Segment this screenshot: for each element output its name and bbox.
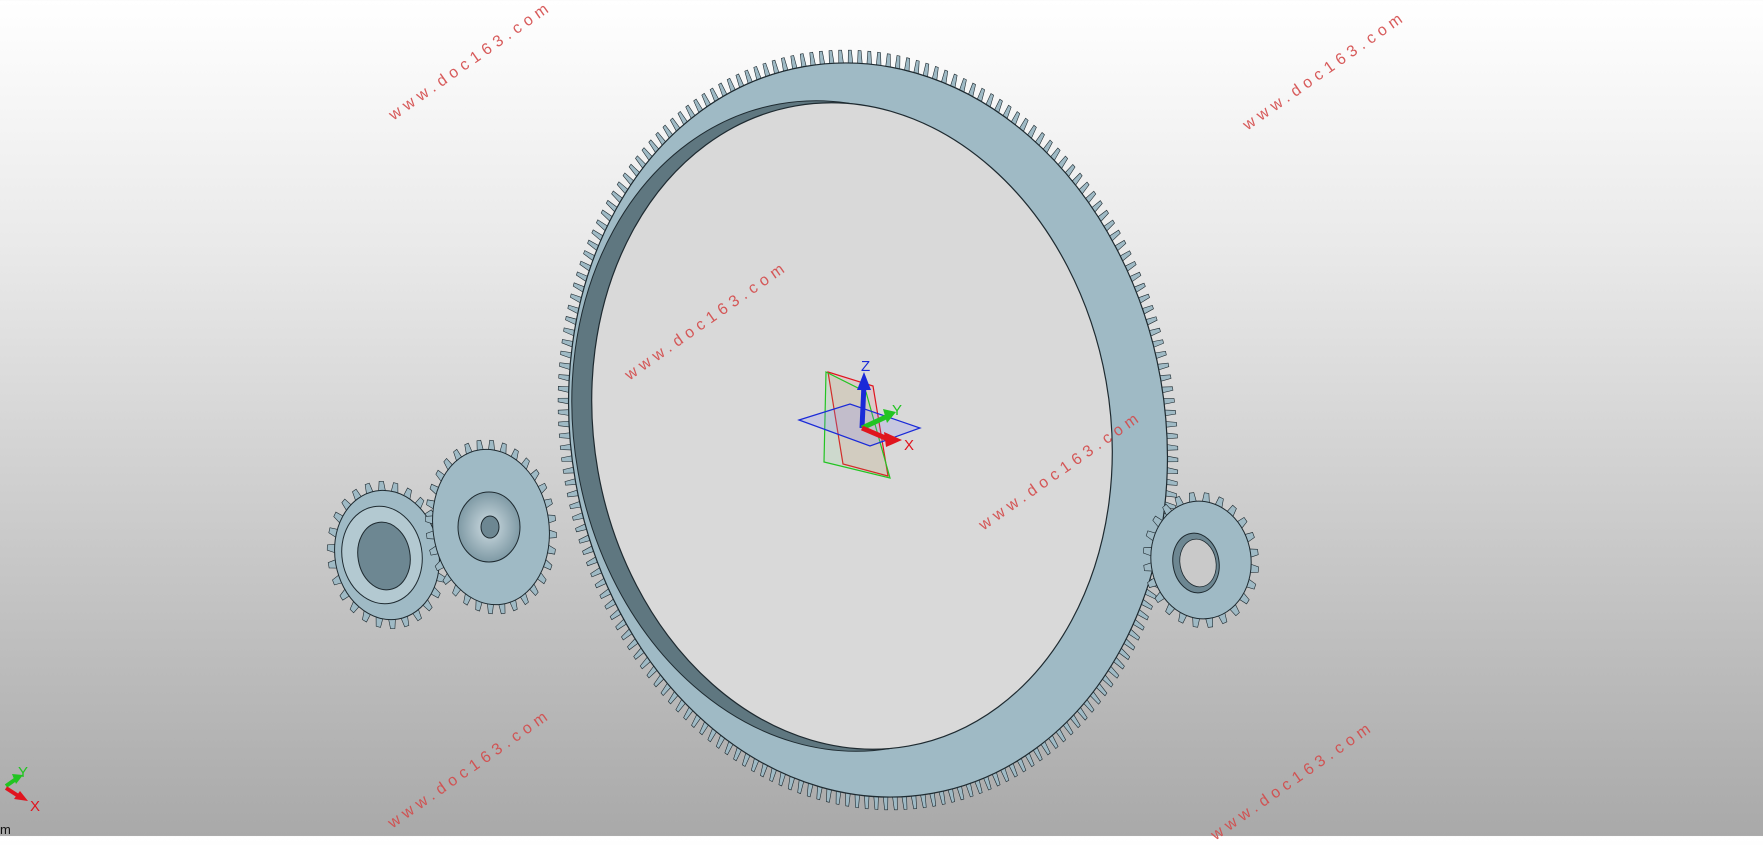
corner-x-label: X [30, 798, 40, 815]
x-axis-label: X [904, 437, 914, 454]
pinion-gear-left-medium-bore [480, 515, 500, 539]
gear-tooth [388, 618, 396, 629]
view-orientation-triad[interactable]: Y X [4, 764, 40, 815]
cad-3d-viewport[interactable]: Z Y X Y X [0, 0, 1763, 836]
gear-tooth [378, 481, 386, 492]
z-axis-label: Z [861, 358, 870, 375]
z-axis [859, 383, 867, 429]
pinion-gear-left-medium[interactable] [423, 439, 560, 615]
unit-label: m [0, 822, 11, 837]
corner-y-label: Y [18, 764, 28, 781]
y-axis-label: Y [892, 402, 902, 419]
